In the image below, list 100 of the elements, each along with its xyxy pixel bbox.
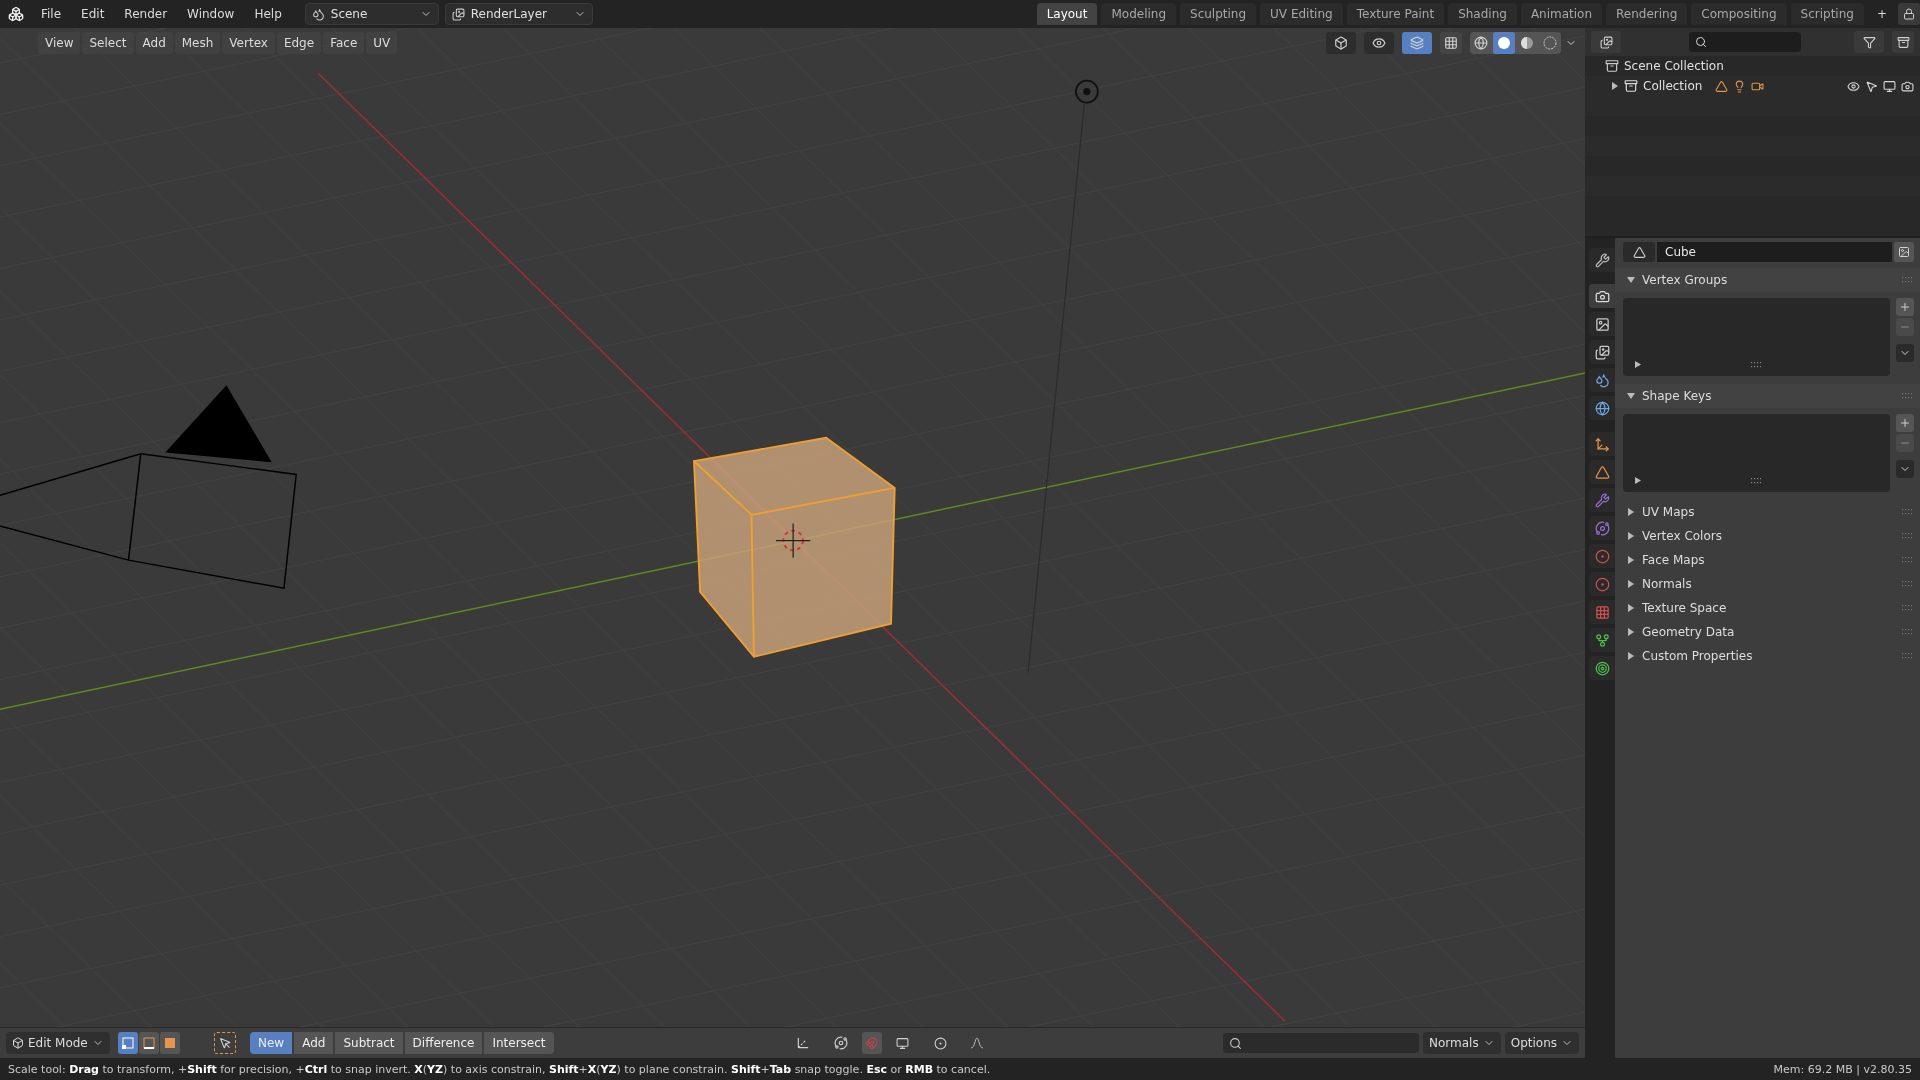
selection-mode-button[interactable]: Difference	[404, 1032, 483, 1054]
mesh-triangle-icon	[1715, 79, 1729, 93]
images-icon	[451, 7, 465, 21]
properties-tab[interactable]	[1589, 368, 1615, 392]
select-mode-icon[interactable]	[118, 1032, 138, 1054]
monitor-icon[interactable]	[1883, 79, 1896, 93]
workspace-tab[interactable]: Layout	[1036, 3, 1098, 25]
resize-grip-icon	[1751, 362, 1762, 368]
overlays-icon[interactable]	[1402, 32, 1432, 54]
drag-grip-icon	[1902, 509, 1912, 515]
cursor-eye-icon[interactable]	[1364, 32, 1394, 54]
selectable-pointer-icon[interactable]	[1865, 79, 1878, 93]
workspace-tab[interactable]: Scripting	[1790, 3, 1864, 25]
mesh-name-field[interactable]: Cube	[1657, 242, 1892, 262]
properties-tab[interactable]	[1589, 460, 1615, 484]
properties-tab[interactable]	[1589, 396, 1615, 420]
memory-version-info: Mem: 69.2 MB | v2.80.35	[1773, 1062, 1912, 1076]
viewport-menu[interactable]: View	[38, 32, 81, 54]
panel-header[interactable]: Vertex Groups	[1615, 268, 1920, 292]
menu-item[interactable]: Window	[178, 4, 244, 24]
axes-icon	[1594, 436, 1610, 452]
options-dropdown[interactable]: Normals	[1423, 1032, 1501, 1054]
selection-mode-button[interactable]: Subtract	[335, 1032, 403, 1054]
search-field[interactable]	[1223, 1033, 1419, 1053]
caret-icon[interactable]	[1896, 344, 1914, 362]
properties-tab[interactable]	[1589, 488, 1615, 512]
orbit-icon	[1594, 520, 1610, 536]
selection-mode-button[interactable]: New	[250, 1032, 293, 1054]
options-dropdown[interactable]: Options	[1504, 1032, 1579, 1054]
menu-item[interactable]: Help	[245, 4, 291, 24]
workspace-tab[interactable]: Compositing	[1691, 3, 1787, 25]
drag-grip-icon	[1902, 393, 1912, 399]
panel-header[interactable]: Normals	[1615, 572, 1920, 596]
viewport-menu[interactable]: Edge	[276, 32, 322, 54]
workspace-tab[interactable]: Sculpting	[1180, 3, 1257, 25]
select-mode-icon[interactable]	[160, 1032, 180, 1054]
properties-tab[interactable]	[1589, 312, 1615, 336]
3d-cursor-icon	[775, 522, 811, 559]
render-camera-icon[interactable]	[1901, 79, 1914, 93]
properties-tab[interactable]	[1589, 516, 1615, 540]
outliner-search-field[interactable]	[1689, 32, 1801, 52]
select-tool-icon[interactable]	[214, 1032, 236, 1054]
panel-header[interactable]: Texture Space	[1615, 596, 1920, 620]
mesh-data-icon[interactable]	[1623, 242, 1655, 262]
outliner-item[interactable]: Scene Collection	[1624, 59, 1724, 73]
panel-header[interactable]: Face Maps	[1615, 548, 1920, 572]
new-collection-icon[interactable]	[1892, 31, 1914, 53]
outliner-item[interactable]: Collection	[1643, 79, 1703, 93]
panel-header[interactable]: Geometry Data	[1615, 620, 1920, 644]
properties-tab[interactable]	[1589, 432, 1615, 456]
selection-mode-button[interactable]: Intersect	[484, 1032, 554, 1054]
fake-user-icon[interactable]	[1894, 242, 1914, 262]
panel-header[interactable]: UV Maps	[1615, 500, 1920, 524]
panel-header[interactable]: Vertex Colors	[1615, 524, 1920, 548]
properties-tab[interactable]	[1589, 656, 1615, 680]
viewport-menu[interactable]: Face	[323, 32, 365, 54]
drag-grip-icon	[1902, 629, 1912, 635]
viewport-menu[interactable]: UV	[366, 32, 398, 54]
visibility-eye-icon[interactable]	[1847, 79, 1860, 93]
selection-mode-button[interactable]: Add	[294, 1032, 334, 1054]
images-icon	[1594, 344, 1610, 360]
workspace-tab[interactable]: Modeling	[1101, 3, 1177, 25]
view-layer-selector[interactable]: RenderLayer	[444, 3, 593, 25]
properties-tab[interactable]	[1589, 340, 1615, 364]
viewport-menu[interactable]: Add	[135, 32, 173, 54]
add-icon[interactable]	[1896, 298, 1914, 316]
viewport-menu[interactable]: Mesh	[174, 32, 221, 54]
mode-selector[interactable]: Edit Mode	[6, 1032, 110, 1054]
caret-icon[interactable]	[1896, 460, 1914, 478]
shading-mode-icon[interactable]	[1493, 32, 1515, 54]
viewport-menu[interactable]: Vertex	[222, 32, 275, 54]
collection-box-icon	[1624, 79, 1638, 93]
properties-tab[interactable]	[1589, 284, 1615, 308]
menu-item[interactable]: File	[32, 4, 71, 24]
workspace-tab[interactable]: UV Editing	[1260, 3, 1343, 25]
add-icon[interactable]	[1896, 414, 1914, 432]
display-mode-icon[interactable]	[1591, 31, 1621, 53]
lock-icon[interactable]	[1898, 3, 1920, 25]
add-workspace-button[interactable]: +	[1867, 4, 1896, 24]
workspace-tab[interactable]: Animation	[1520, 3, 1603, 25]
menu-item[interactable]: Render	[115, 4, 177, 24]
select-mode-icon[interactable]	[139, 1032, 159, 1054]
workspace-tab[interactable]: Rendering	[1606, 3, 1688, 25]
xray-icon[interactable]	[1440, 32, 1462, 54]
resize-grip-icon	[1751, 478, 1762, 484]
properties-tab[interactable]	[1589, 628, 1615, 652]
scene-selector[interactable]: Scene	[304, 3, 439, 25]
panel-header[interactable]: Custom Properties	[1615, 644, 1920, 668]
app-logo-icon[interactable]	[8, 6, 24, 22]
viewport-menu[interactable]: Select	[82, 32, 134, 54]
filter-icon[interactable]	[1854, 31, 1884, 53]
menu-item[interactable]: Edit	[72, 4, 114, 24]
panel-header[interactable]: Shape Keys	[1615, 384, 1920, 408]
box-icon[interactable]	[1326, 32, 1356, 54]
drag-grip-icon	[1902, 557, 1912, 563]
properties-tab[interactable]	[1589, 248, 1615, 272]
workspace-tab[interactable]: Texture Paint	[1346, 3, 1445, 25]
drag-grip-icon	[1902, 653, 1912, 659]
droplets-icon	[1594, 372, 1610, 388]
workspace-tab[interactable]: Shading	[1448, 3, 1517, 25]
